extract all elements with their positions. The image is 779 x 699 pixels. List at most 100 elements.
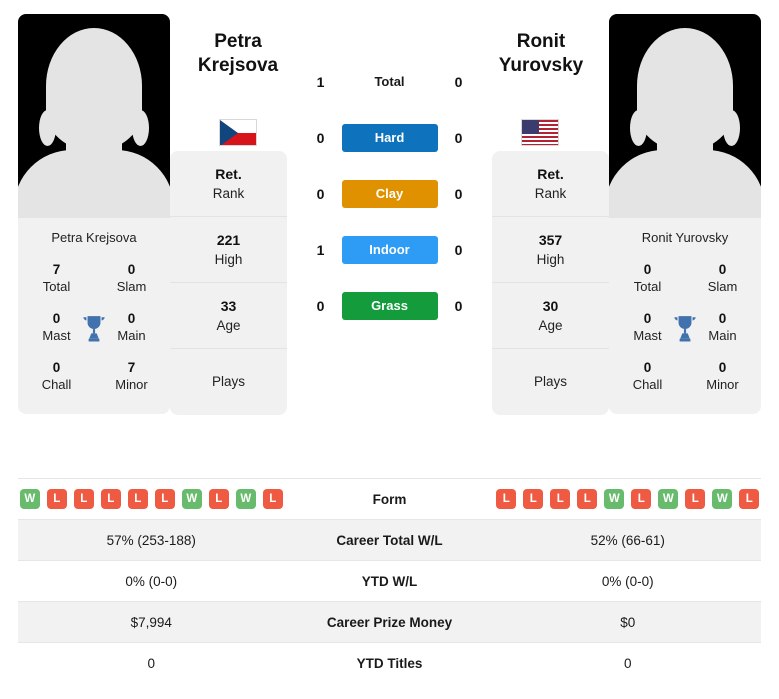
stat-value-left: WLLLLLWLWL xyxy=(18,489,285,509)
surface-badge-label: Hard xyxy=(341,124,438,152)
form-badge-l[interactable]: L xyxy=(496,489,517,509)
titles-main-left: 0 Main xyxy=(117,311,146,343)
form-badge-w[interactable]: W xyxy=(235,489,256,509)
surface-badge-label: Clay xyxy=(341,180,438,208)
comparison-area: Petra Krejsova 7 Total 0 Slam 0 Mast 0 M… xyxy=(0,0,779,478)
table-row: 0% (0-0) YTD W/L 0% (0-0) xyxy=(18,560,761,601)
form-badge-w[interactable]: W xyxy=(658,489,679,509)
h2h-right-score: 0 xyxy=(454,74,463,90)
h2h-left-score: 1 xyxy=(316,74,325,90)
plays-right: Plays xyxy=(533,374,567,389)
form-badge-l[interactable]: L xyxy=(739,489,760,509)
h2h-left-score: 0 xyxy=(316,186,325,202)
h2h-surface-total: Total xyxy=(342,73,438,91)
h2h-right-score: 0 xyxy=(454,298,463,314)
form-badge-w[interactable]: W xyxy=(604,489,625,509)
form-badge-l[interactable]: L xyxy=(550,489,571,509)
high-left: 221 High xyxy=(170,217,287,283)
stat-value-left: 0 xyxy=(147,655,155,671)
titles-total-left: 7 Total xyxy=(42,262,71,294)
surface-badge-label: Grass xyxy=(341,292,438,320)
age-right: 30 Age xyxy=(492,283,609,349)
titles-chall-left: 0 Chall xyxy=(41,360,72,392)
form-badge-w[interactable]: W xyxy=(181,489,202,509)
stat-value-right: 52% (66-61) xyxy=(590,532,665,548)
form-badge-l[interactable]: L xyxy=(631,489,652,509)
avatar xyxy=(18,14,170,218)
table-row: 0 YTD Titles 0 xyxy=(18,642,761,683)
titles-slam-left: 0 Slam xyxy=(116,262,147,294)
stats-table: W L L L L L W L W L Form L L L L W L W L W L 57% (253-188) Car… xyxy=(0,478,779,683)
rank-right: Ret. Rank xyxy=(492,151,609,217)
form-badge-l[interactable]: L xyxy=(154,489,175,509)
stat-label: YTD W/L xyxy=(361,573,418,589)
rank-card-right[interactable]: Ret. Rank 357 High 30 Age Plays xyxy=(492,151,609,415)
h2h-right-score: 0 xyxy=(454,130,463,146)
stat-value-right: LLLLWLWLWL xyxy=(495,489,762,509)
stat-value-right: 0 xyxy=(623,655,632,671)
high-right: 357 High xyxy=(492,217,609,283)
form-badge-l[interactable]: L xyxy=(208,489,229,509)
rank-left: Ret. Rank xyxy=(170,151,287,217)
trophy-icon xyxy=(83,315,105,341)
titles-main-right: 0 Main xyxy=(708,311,737,343)
form-badge-w[interactable]: W xyxy=(712,489,733,509)
h2h-surface-clay[interactable]: Clay xyxy=(341,180,438,208)
surface-badge-label: Indoor xyxy=(341,236,438,264)
h2h-left-score: 0 xyxy=(316,298,325,314)
titles-grid-right: 0 Total 0 Slam 0 Mast 0 Main 0 Chall 0 M… xyxy=(609,255,761,414)
h2h-left-score: 0 xyxy=(316,130,325,146)
table-row: $7,994 Career Prize Money $0 xyxy=(18,601,761,642)
form-badge-w[interactable]: W xyxy=(19,489,40,509)
titles-mast-left: 0 Mast xyxy=(42,311,71,343)
table-row: W L L L L L W L W L Form L L L L W L W L W L xyxy=(18,478,761,519)
trophy-icon xyxy=(674,315,696,341)
rank-card-left[interactable]: Ret. Rank 221 High 33 Age Plays xyxy=(170,151,287,415)
stat-value-left: 0% (0-0) xyxy=(125,573,178,589)
h2h-surface-hard[interactable]: Hard xyxy=(341,124,438,152)
h2h-row-total: 1 Total 0 xyxy=(287,54,492,110)
form-badge-l[interactable]: L xyxy=(100,489,121,509)
titles-slam-right: 0 Slam xyxy=(707,262,738,294)
stat-label: Career Prize Money xyxy=(326,614,453,630)
head-to-head-column: 1 Total 0 0 Hard 0 0 Clay 0 1 Indoor 0 0 Grass 0 xyxy=(287,14,492,334)
form-badge-l[interactable]: L xyxy=(262,489,283,509)
plays-left: Plays xyxy=(211,374,245,389)
stat-label: Form xyxy=(372,491,407,507)
h2h-right-score: 0 xyxy=(454,186,463,202)
player-card-left[interactable]: Petra Krejsova 7 Total 0 Slam 0 Mast 0 M… xyxy=(18,14,170,414)
player-card-name-right: Ronit Yurovsky xyxy=(641,230,729,245)
titles-mast-right: 0 Mast xyxy=(633,311,662,343)
form-badge-l[interactable]: L xyxy=(73,489,94,509)
form-badge-l[interactable]: L xyxy=(46,489,67,509)
stat-label: Career Total W/L xyxy=(336,532,443,548)
titles-chall-right: 0 Chall xyxy=(632,360,663,392)
form-badge-l[interactable]: L xyxy=(685,489,706,509)
titles-minor-left: 7 Minor xyxy=(115,360,148,392)
form-badge-l[interactable]: L xyxy=(127,489,148,509)
h2h-surface-grass[interactable]: Grass xyxy=(341,292,438,320)
h2h-row-grass: 0 Grass 0 xyxy=(287,278,492,334)
stat-value-left: 57% (253-188) xyxy=(106,532,196,548)
h2h-left-score: 1 xyxy=(316,242,325,258)
stat-label: YTD Titles xyxy=(356,655,423,671)
h2h-total-label: Total xyxy=(374,74,405,89)
player-card-right[interactable]: Ronit Yurovsky 0 Total 0 Slam 0 Mast 0 M… xyxy=(609,14,761,414)
player-card-name-left: Petra Krejsova xyxy=(51,230,137,245)
h2h-right-score: 0 xyxy=(454,242,463,258)
h2h-surface-indoor[interactable]: Indoor xyxy=(341,236,438,264)
h2h-row-clay: 0 Clay 0 xyxy=(287,166,492,222)
stat-value-right: 0% (0-0) xyxy=(601,573,654,589)
h2h-row-indoor: 1 Indoor 0 xyxy=(287,222,492,278)
age-left: 33 Age xyxy=(170,283,287,349)
h2h-row-hard: 0 Hard 0 xyxy=(287,110,492,166)
form-badge-l[interactable]: L xyxy=(577,489,598,509)
titles-grid-left: 7 Total 0 Slam 0 Mast 0 Main 0 Chall 7 M… xyxy=(18,255,170,414)
stat-value-right: $0 xyxy=(620,614,636,630)
titles-minor-right: 0 Minor xyxy=(706,360,739,392)
titles-total-right: 0 Total xyxy=(633,262,662,294)
avatar xyxy=(609,14,761,218)
table-row: 57% (253-188) Career Total W/L 52% (66-61) xyxy=(18,519,761,560)
form-badge-l[interactable]: L xyxy=(523,489,544,509)
stat-value-left: $7,994 xyxy=(130,614,172,630)
